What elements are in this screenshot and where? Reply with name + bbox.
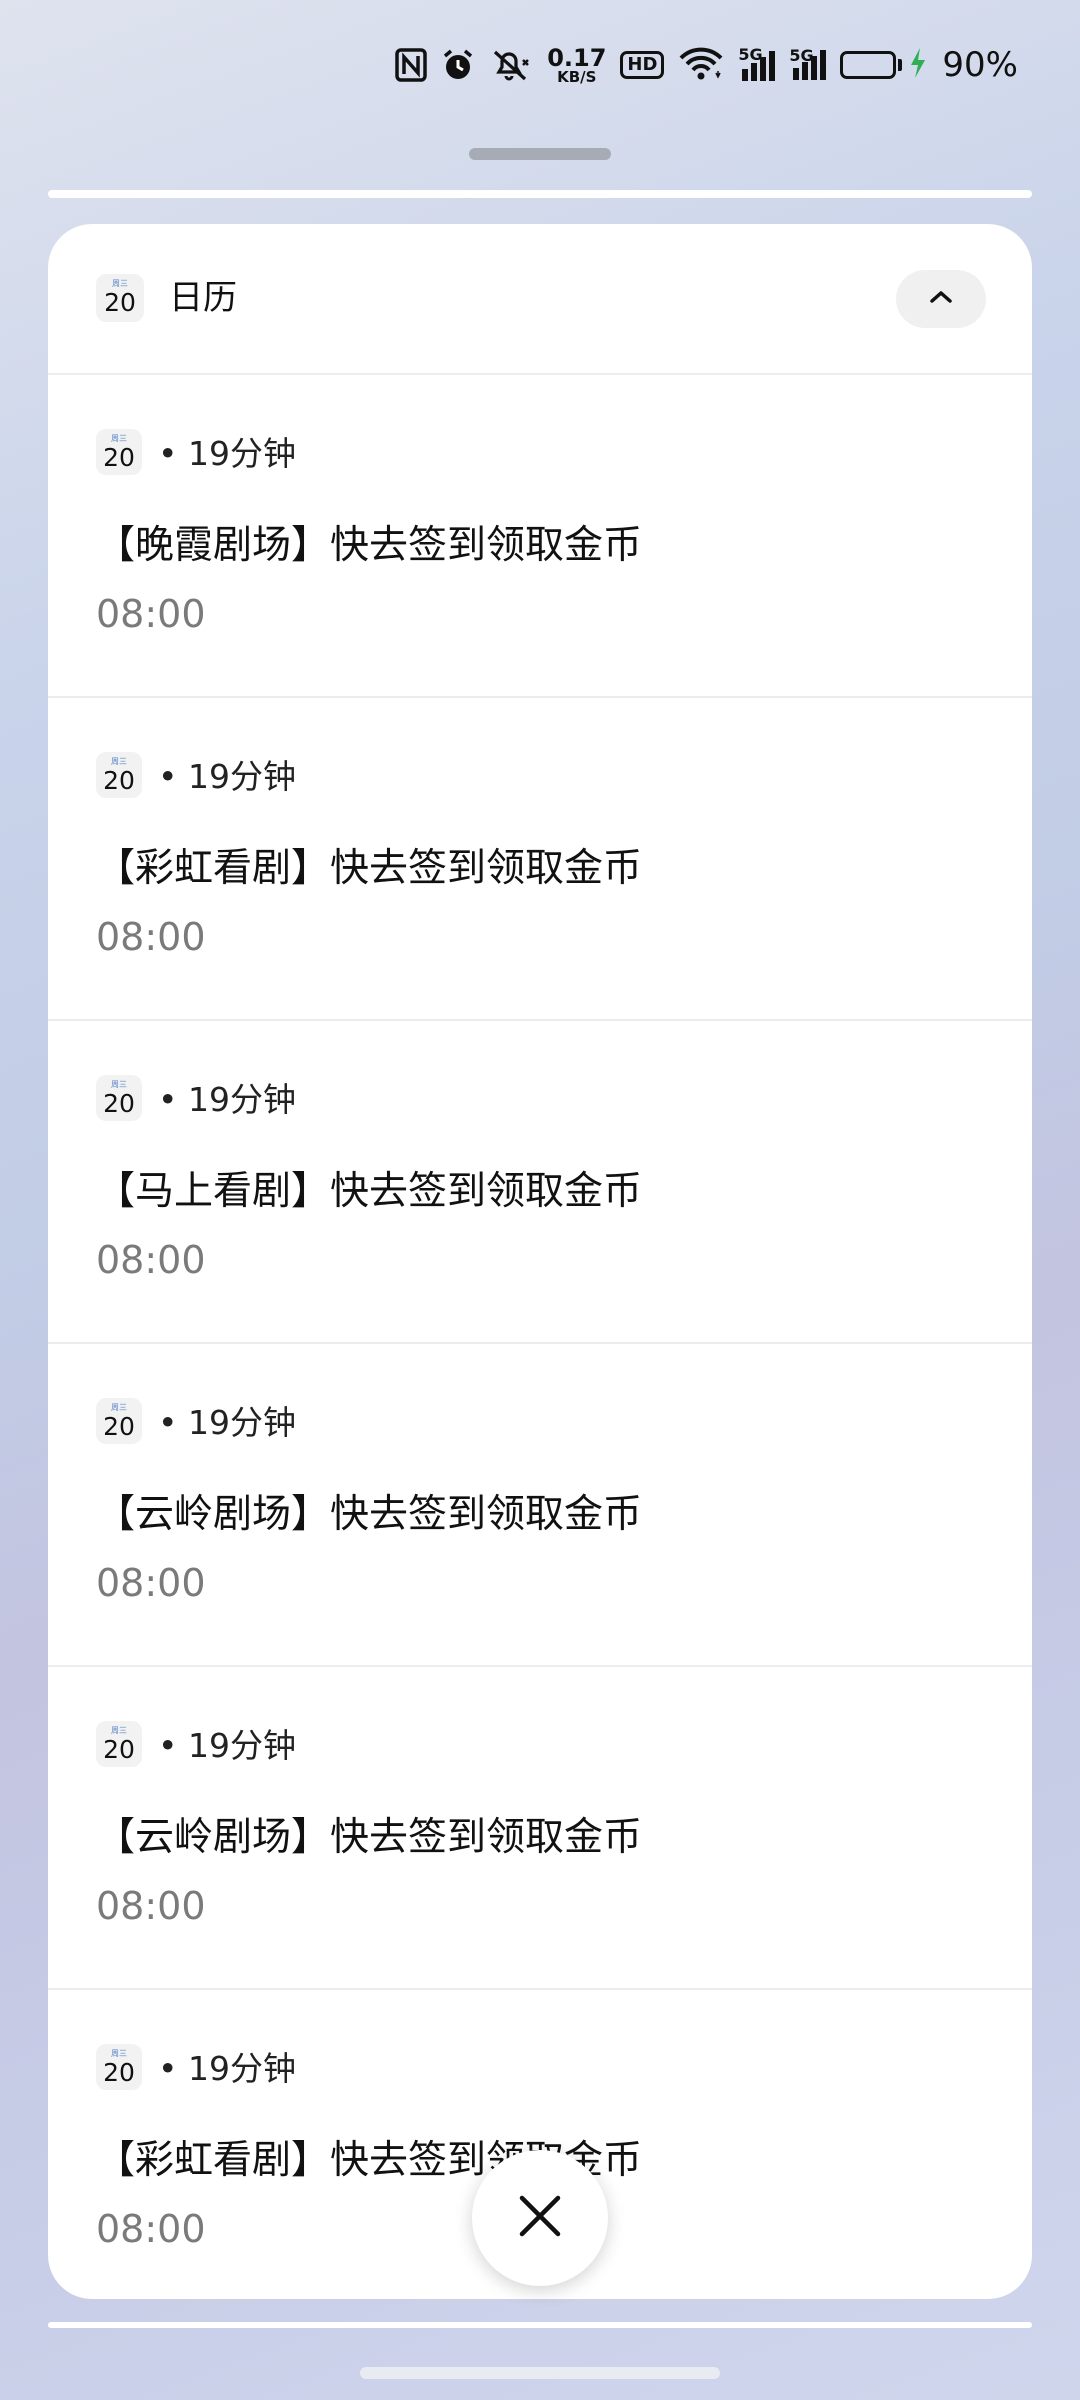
hd-icon: HD <box>620 51 665 79</box>
notification-event-time: 08:00 <box>96 1561 206 1605</box>
notification-group-card: 周三 20 日历 周三 20 • 19分钟 【晚霞剧场】快去签到领取金币 08:… <box>48 224 1032 2299</box>
notification-item[interactable]: 周三 20 • 19分钟 【云岭剧场】快去签到领取金币 08:00 <box>48 1344 1032 1667</box>
notification-item[interactable]: 周三 20 • 19分钟 【晚霞剧场】快去签到领取金币 08:00 <box>48 375 1032 698</box>
charging-icon <box>908 46 928 84</box>
notification-title: 【晚霞剧场】快去签到领取金币 <box>96 523 643 568</box>
notification-time-ago: • 19分钟 <box>158 434 296 473</box>
sim2-5g-label: 5G <box>789 46 814 65</box>
notification-title: 【云岭剧场】快去签到领取金币 <box>96 1492 643 1537</box>
divider-line <box>48 190 1032 198</box>
notification-item[interactable]: 周三 20 • 19分钟 【云岭剧场】快去签到领取金币 08:00 <box>48 1667 1032 1990</box>
calendar-app-icon: 周三 20 <box>96 1398 142 1444</box>
notification-time-ago: • 19分钟 <box>158 2049 296 2088</box>
app-name: 日历 <box>169 278 237 318</box>
calendar-app-icon: 周三 20 <box>96 2044 142 2090</box>
sim1-5g-label: 5G <box>738 45 763 64</box>
chevron-up-icon <box>928 289 954 309</box>
home-indicator[interactable] <box>360 2367 720 2379</box>
notification-time-ago: • 19分钟 <box>158 1403 296 1442</box>
close-icon <box>517 2193 563 2243</box>
battery-percent: 90% <box>942 45 1018 85</box>
speed-value: 0.17 <box>547 43 607 72</box>
calendar-app-icon: 周三 20 <box>96 429 142 475</box>
notification-title: 【马上看剧】快去签到领取金币 <box>96 1169 643 1214</box>
collapse-button[interactable] <box>896 270 986 328</box>
calendar-app-icon: 周三 20 <box>96 1075 142 1121</box>
notification-title: 【云岭剧场】快去签到领取金币 <box>96 1815 643 1860</box>
signal-icon: 5G <box>789 46 827 80</box>
calendar-app-icon: 周三 20 <box>96 752 142 798</box>
notification-event-time: 08:00 <box>96 1884 206 1928</box>
notification-time-ago: • 19分钟 <box>158 1080 296 1119</box>
notification-event-time: 08:00 <box>96 1238 206 1282</box>
nfc-icon <box>395 48 427 82</box>
calendar-app-icon: 周三 20 <box>96 1721 142 1767</box>
notification-time-ago: • 19分钟 <box>158 1726 296 1765</box>
notification-event-time: 08:00 <box>96 915 206 959</box>
speed-unit: KB/S <box>557 67 597 86</box>
network-speed: 0.17 KB/S <box>547 46 606 85</box>
divider-line <box>48 2322 1032 2328</box>
status-bar: 0.17 KB/S HD 5G 5G 90% <box>395 40 1018 90</box>
notification-item[interactable]: 周三 20 • 19分钟 【彩虹看剧】快去签到领取金币 08:00 <box>48 698 1032 1021</box>
notification-event-time: 08:00 <box>96 592 206 636</box>
notification-item[interactable]: 周三 20 • 19分钟 【马上看剧】快去签到领取金币 08:00 <box>48 1021 1032 1344</box>
drag-handle[interactable] <box>469 148 611 160</box>
wifi-icon <box>678 47 724 83</box>
notification-group-header[interactable]: 周三 20 日历 <box>48 224 1032 375</box>
mute-icon <box>489 48 533 82</box>
calendar-app-icon: 周三 20 <box>96 274 144 322</box>
alarm-icon <box>441 48 475 82</box>
battery-icon <box>840 46 928 84</box>
notification-time-ago: • 19分钟 <box>158 757 296 796</box>
signal-icon: 5G <box>738 45 776 81</box>
notification-title: 【彩虹看剧】快去签到领取金币 <box>96 846 643 891</box>
notification-event-time: 08:00 <box>96 2207 206 2251</box>
close-button[interactable] <box>472 2150 608 2286</box>
